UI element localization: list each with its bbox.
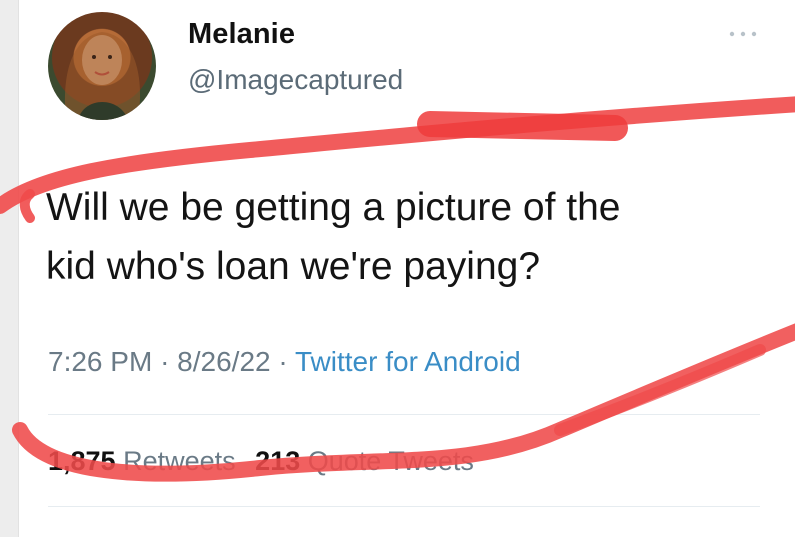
avatar-image bbox=[64, 32, 141, 120]
avatar[interactable] bbox=[48, 12, 156, 120]
tweet-text-line-2: kid who's loan we're paying? bbox=[46, 245, 541, 288]
tweet-time[interactable]: 7:26 PM bbox=[48, 346, 152, 377]
tweet-text-line-1: Will we be getting a picture of the bbox=[46, 186, 621, 229]
retweets-count[interactable]: 1,875 bbox=[48, 446, 116, 476]
screenshot-frame: Melanie @Imagecaptured Will we be gettin… bbox=[0, 0, 795, 537]
tweet-meta: 7:26 PM · 8/26/22 · Twitter for Android bbox=[48, 346, 521, 378]
quote-tweets-label[interactable]: Quote Tweets bbox=[308, 446, 474, 476]
more-options-icon[interactable] bbox=[728, 28, 758, 40]
tweet-stats: 1,875 Retweets 213 Quote Tweets bbox=[48, 446, 474, 477]
tweet-source-link[interactable]: Twitter for Android bbox=[295, 346, 521, 377]
tweet-date[interactable]: 8/26/22 bbox=[177, 346, 270, 377]
meta-separator: · bbox=[160, 346, 170, 377]
author-display-name[interactable]: Melanie bbox=[188, 18, 295, 51]
divider bbox=[48, 414, 760, 415]
divider bbox=[48, 506, 760, 507]
quote-tweets-count[interactable]: 213 bbox=[255, 446, 300, 476]
retweets-label[interactable]: Retweets bbox=[123, 446, 236, 476]
meta-separator: · bbox=[278, 346, 288, 377]
author-handle[interactable]: @Imagecaptured bbox=[188, 64, 403, 96]
tweet-text: Will we be getting a picture of the kid … bbox=[46, 178, 761, 296]
